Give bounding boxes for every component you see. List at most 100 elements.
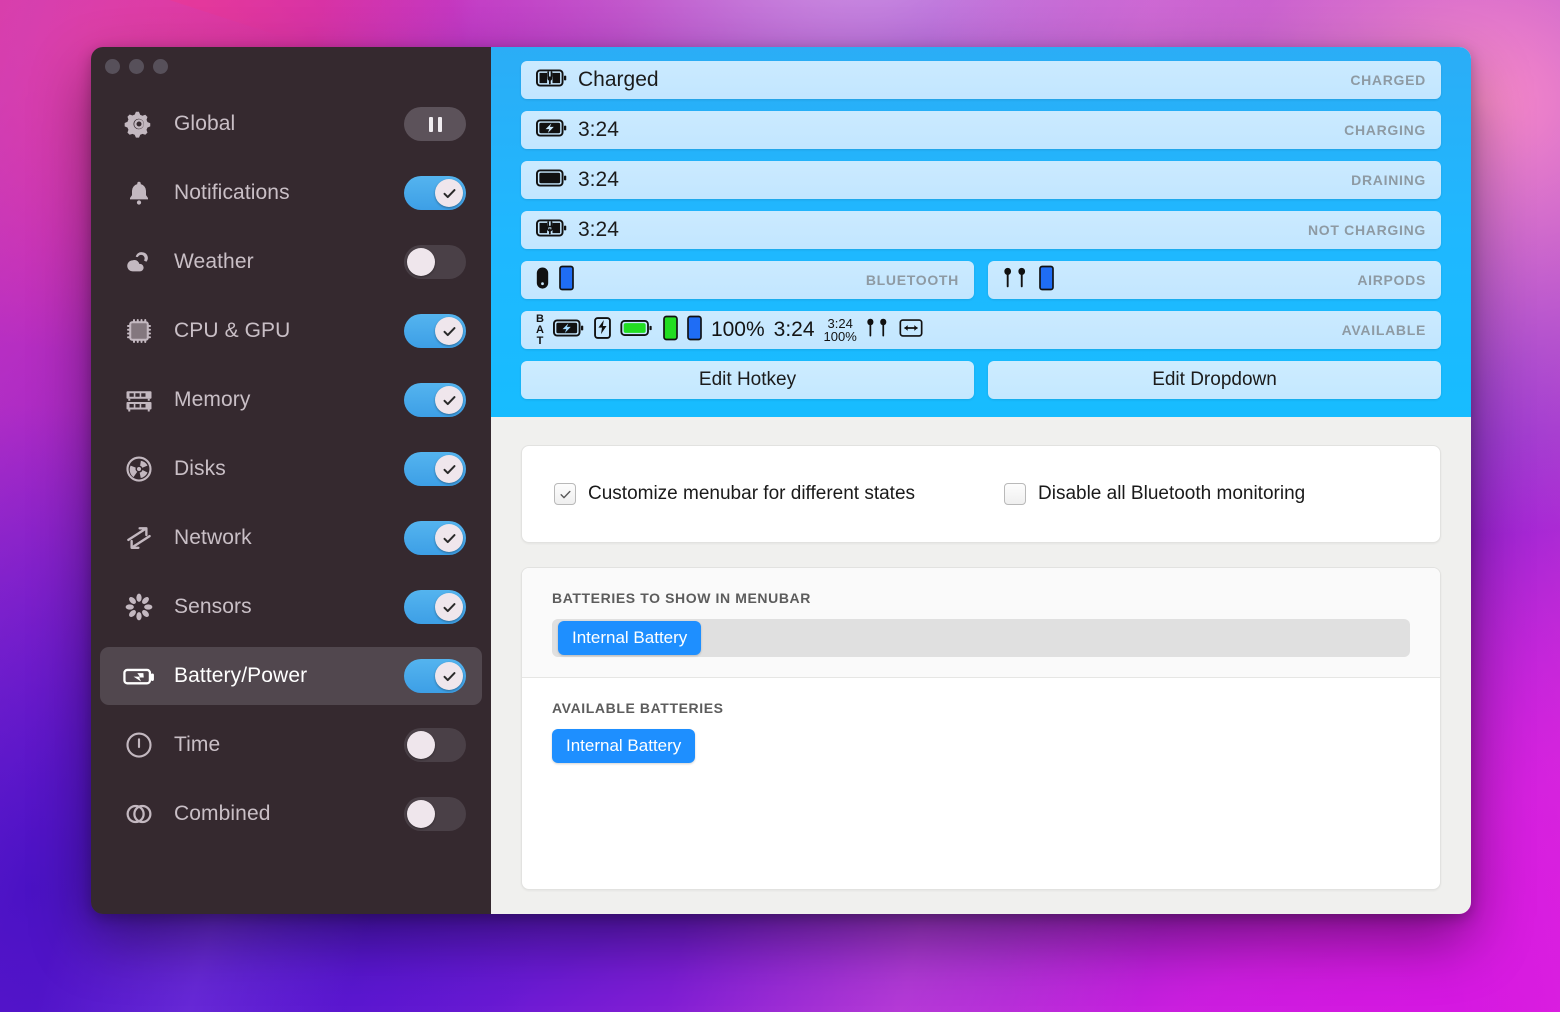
menubar-preview-panel: Charged CHARGED bbox=[491, 47, 1471, 417]
sidebar-item-disks[interactable]: Disks bbox=[100, 440, 482, 498]
close-button[interactable] bbox=[105, 59, 120, 74]
settings-area: Customize menubar for different states D… bbox=[491, 417, 1471, 914]
sidebar-item-label: Battery/Power bbox=[174, 664, 404, 688]
available-batteries-section: AVAILABLE BATTERIES Internal Battery bbox=[522, 678, 1440, 783]
sidebar-item-memory[interactable]: Memory bbox=[100, 371, 482, 429]
checkbox-box[interactable] bbox=[554, 483, 576, 505]
sidebar-item-cpu-gpu[interactable]: CPU & GPU bbox=[100, 302, 482, 360]
airpods-icon bbox=[1003, 266, 1029, 295]
toggle-knob bbox=[407, 731, 435, 759]
battery-icon bbox=[118, 659, 160, 693]
toggle-knob bbox=[407, 248, 435, 276]
battery-bolt-icon bbox=[536, 118, 568, 143]
toggle-knob bbox=[407, 800, 435, 828]
disks-toggle[interactable] bbox=[404, 452, 466, 486]
battery-power-toggle[interactable] bbox=[404, 659, 466, 693]
time-toggle[interactable] bbox=[404, 728, 466, 762]
preview-buttons: Edit Hotkey Edit Dropdown bbox=[521, 361, 1441, 399]
mouse-icon bbox=[536, 266, 549, 295]
menubar-state-row-charging[interactable]: 3:24 CHARGING bbox=[521, 111, 1441, 149]
sidebar-item-label: Memory bbox=[174, 388, 404, 412]
menubar-state-row-draining[interactable]: 3:24 DRAINING bbox=[521, 161, 1441, 199]
sidebar-item-label: Notifications bbox=[174, 181, 404, 205]
toggle-knob bbox=[435, 524, 463, 552]
combined-icon bbox=[118, 799, 160, 829]
resize-arrows-icon bbox=[899, 318, 923, 343]
battery-chip-internal[interactable]: Internal Battery bbox=[558, 621, 701, 655]
menubar-state-row-not-charging[interactable]: 3:24 NOT CHARGING bbox=[521, 211, 1441, 249]
sidebar-item-label: Disks bbox=[174, 457, 404, 481]
memory-toggle[interactable] bbox=[404, 383, 466, 417]
row-text: Charged bbox=[578, 68, 659, 92]
bat-letter-a: A bbox=[536, 325, 544, 336]
edit-dropdown-button[interactable]: Edit Dropdown bbox=[988, 361, 1441, 399]
combined-toggle[interactable] bbox=[404, 797, 466, 831]
toggle-knob bbox=[435, 455, 463, 483]
row-content: 3:24 bbox=[536, 118, 619, 143]
sidebar-item-network[interactable]: Network bbox=[100, 509, 482, 567]
row-state-label: CHARGED bbox=[1350, 72, 1426, 88]
notifications-toggle[interactable] bbox=[404, 176, 466, 210]
sidebar-item-battery-power[interactable]: Battery/Power bbox=[100, 647, 482, 705]
cpu-gpu-toggle[interactable] bbox=[404, 314, 466, 348]
menubar-state-row-charged[interactable]: Charged CHARGED bbox=[521, 61, 1441, 99]
sidebar-item-weather[interactable]: Weather bbox=[100, 233, 482, 291]
menubar-state-row-airpods[interactable]: AIRPODS bbox=[988, 261, 1441, 299]
row-state-label: DRAINING bbox=[1351, 172, 1426, 188]
battery-plug-icon bbox=[536, 218, 568, 243]
gear-icon bbox=[118, 109, 160, 139]
minimize-button[interactable] bbox=[129, 59, 144, 74]
bat-letter-b: B bbox=[536, 314, 544, 325]
checkbox-disable-bluetooth[interactable]: Disable all Bluetooth monitoring bbox=[1004, 483, 1305, 505]
traffic-lights bbox=[105, 59, 168, 74]
zoom-button[interactable] bbox=[153, 59, 168, 74]
sidebar-item-sensors[interactable]: Sensors bbox=[100, 578, 482, 636]
global-pause-toggle[interactable] bbox=[404, 107, 466, 141]
sidebar-item-global[interactable]: Global bbox=[100, 95, 482, 153]
desktop-background: Global Notifications bbox=[0, 0, 1560, 1012]
battery-chip-internal[interactable]: Internal Battery bbox=[552, 729, 695, 763]
row-text: 3:24 bbox=[578, 218, 619, 242]
battery-vertical-bolt-icon bbox=[594, 317, 611, 344]
toggle-knob bbox=[435, 317, 463, 345]
battery-green-vertical-icon bbox=[663, 315, 678, 346]
bat-vertical-label: B A T bbox=[536, 314, 544, 347]
battery-bolt-icon bbox=[553, 318, 585, 343]
sidebar-item-label: Time bbox=[174, 733, 404, 757]
menubar-state-row-available[interactable]: B A T bbox=[521, 311, 1441, 349]
app-window: Global Notifications bbox=[91, 47, 1471, 914]
checkbox-card: Customize menubar for different states D… bbox=[521, 445, 1441, 543]
clock-icon bbox=[118, 730, 160, 760]
edit-hotkey-button[interactable]: Edit Hotkey bbox=[521, 361, 974, 399]
row-state-label: NOT CHARGING bbox=[1308, 222, 1426, 238]
checkbox-label: Disable all Bluetooth monitoring bbox=[1038, 483, 1305, 505]
toggle-knob bbox=[435, 662, 463, 690]
disk-icon bbox=[118, 454, 160, 484]
checkbox-box[interactable] bbox=[1004, 483, 1026, 505]
row-state-label: AVAILABLE bbox=[1342, 322, 1426, 338]
sidebar-item-time[interactable]: Time bbox=[100, 716, 482, 774]
sidebar-item-label: Sensors bbox=[174, 595, 404, 619]
menubar-batteries-dropzone[interactable]: Internal Battery bbox=[552, 619, 1410, 657]
pause-icon bbox=[429, 117, 442, 132]
sidebar-item-label: Global bbox=[174, 112, 404, 136]
checkbox-customize-menubar[interactable]: Customize menubar for different states bbox=[554, 483, 1004, 505]
menubar-batteries-section: BATTERIES TO SHOW IN MENUBAR Internal Ba… bbox=[522, 568, 1440, 678]
bat-letter-t: T bbox=[537, 336, 544, 347]
menubar-state-row-bluetooth[interactable]: BLUETOOTH bbox=[521, 261, 974, 299]
battery-blue-vertical-icon bbox=[687, 315, 702, 346]
row-content: 3:24 bbox=[536, 218, 619, 243]
row-content bbox=[536, 265, 574, 296]
batteries-card: BATTERIES TO SHOW IN MENUBAR Internal Ba… bbox=[521, 567, 1441, 890]
sensors-toggle[interactable] bbox=[404, 590, 466, 624]
sidebar-nav: Global Notifications bbox=[91, 47, 491, 843]
sidebar-item-notifications[interactable]: Notifications bbox=[100, 164, 482, 222]
sidebar-item-combined[interactable]: Combined bbox=[100, 785, 482, 843]
battery-green-icon bbox=[620, 318, 654, 343]
stacked-percent: 100% bbox=[824, 330, 857, 343]
row-state-label: AIRPODS bbox=[1357, 272, 1426, 288]
weather-toggle[interactable] bbox=[404, 245, 466, 279]
row-content: Charged bbox=[536, 68, 659, 93]
sidebar: Global Notifications bbox=[91, 47, 491, 914]
network-toggle[interactable] bbox=[404, 521, 466, 555]
